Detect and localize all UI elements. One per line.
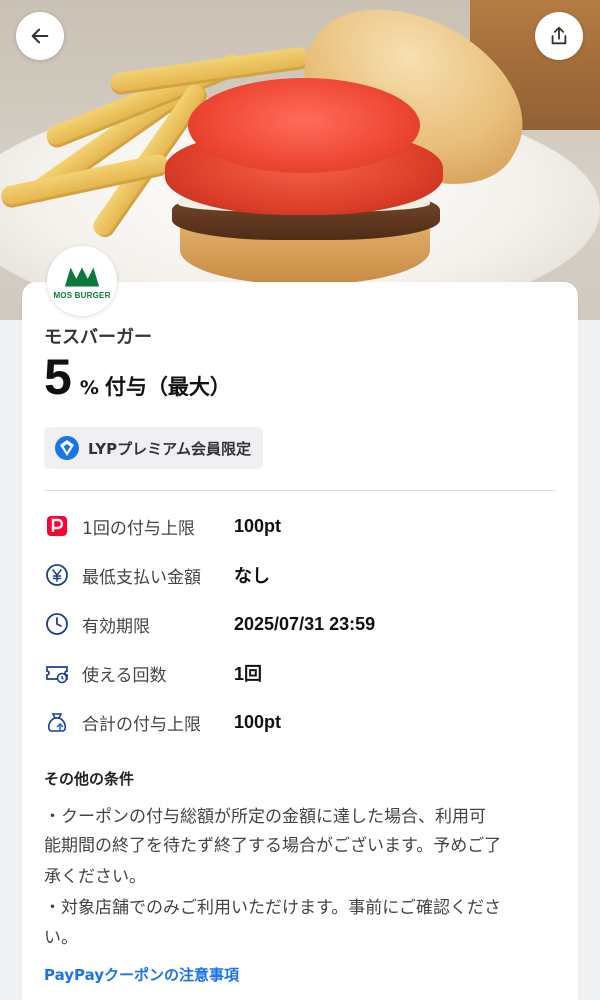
store-name: モスバーガー xyxy=(44,327,152,348)
logo-text: MOS BURGER xyxy=(53,290,111,300)
yen-icon xyxy=(44,562,70,588)
info-value: 100pt xyxy=(234,515,282,536)
info-row-min-payment: 最低支払い金額 なし xyxy=(44,560,270,590)
info-label: 最低支払い金額 xyxy=(82,567,201,588)
lyp-premium-icon xyxy=(55,436,79,460)
rate-unit: % xyxy=(79,377,99,399)
info-label: 有効期限 xyxy=(82,616,150,637)
money-bag-icon xyxy=(44,709,70,735)
share-button[interactable] xyxy=(535,12,583,60)
arrow-left-icon xyxy=(31,28,49,44)
info-row-limit-per-use: 1回の付与上限 100pt xyxy=(44,511,281,541)
reward-rate: 5 % 付与（最大） xyxy=(44,352,231,402)
coupon-notes-link[interactable]: PayPayクーポンの注意事項 xyxy=(44,964,239,985)
info-value: 100pt xyxy=(234,711,282,732)
clock-icon xyxy=(44,611,70,637)
info-label: 合計の付与上限 xyxy=(82,714,201,735)
condition-line: 承ください。 xyxy=(44,867,146,887)
info-value: 1回 xyxy=(234,664,263,684)
info-value: なし xyxy=(234,566,270,586)
info-row-usage-count: 使える回数 1回 xyxy=(44,658,262,688)
ticket-icon xyxy=(44,660,70,686)
info-value: 2025/07/31 23:59 xyxy=(234,613,376,634)
membership-badge: LYPプレミアム会員限定 xyxy=(44,427,264,469)
condition-line: ・クーポンの付与総額が所定の金額に達した場合、利用可 xyxy=(44,807,486,827)
condition-line: 能期間の終了を待たず終了する場合がございます。予めご了 xyxy=(44,836,502,856)
tomato-slice xyxy=(188,78,420,173)
rate-label: 付与（最大） xyxy=(104,375,231,399)
share-icon xyxy=(551,26,567,45)
badge-label: LYPプレミアム会員限定 xyxy=(88,439,252,458)
paypay-icon xyxy=(44,513,70,539)
info-label: 1回の付与上限 xyxy=(82,518,195,539)
mos-logo-icon xyxy=(64,266,100,286)
rate-number: 5 xyxy=(44,349,72,405)
store-logo: MOS BURGER xyxy=(47,246,117,316)
info-row-total-limit: 合計の付与上限 100pt xyxy=(44,707,281,737)
condition-line: ・対象店舗でのみご利用いただけます。事前にご確認くださ xyxy=(44,898,501,918)
info-label: 使える回数 xyxy=(82,665,167,686)
divider xyxy=(44,490,556,491)
condition-line: い。 xyxy=(44,928,78,948)
back-button[interactable] xyxy=(16,12,64,60)
info-row-expiry: 有効期限 2025/07/31 23:59 xyxy=(44,609,375,639)
conditions-title: その他の条件 xyxy=(44,770,135,788)
